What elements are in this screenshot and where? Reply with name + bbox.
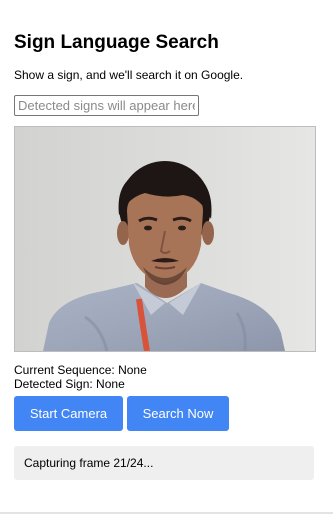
search-now-button[interactable]: Search Now bbox=[127, 396, 229, 431]
sign-language-search-page: Sign Language Search Show a sign, and we… bbox=[0, 0, 333, 515]
status-message: Capturing frame 21/24... bbox=[14, 446, 314, 480]
page-subtitle: Show a sign, and we'll search it on Goog… bbox=[14, 68, 244, 82]
start-camera-button[interactable]: Start Camera bbox=[14, 396, 123, 431]
detected-signs-input[interactable] bbox=[14, 95, 199, 116]
camera-feed bbox=[14, 126, 316, 352]
current-sequence-text: Current Sequence: None bbox=[14, 363, 147, 377]
page-title: Sign Language Search bbox=[14, 32, 219, 53]
detected-sign-text: Detected Sign: None bbox=[14, 377, 125, 391]
camera-feed-image bbox=[15, 127, 315, 351]
bottom-divider bbox=[0, 512, 333, 514]
